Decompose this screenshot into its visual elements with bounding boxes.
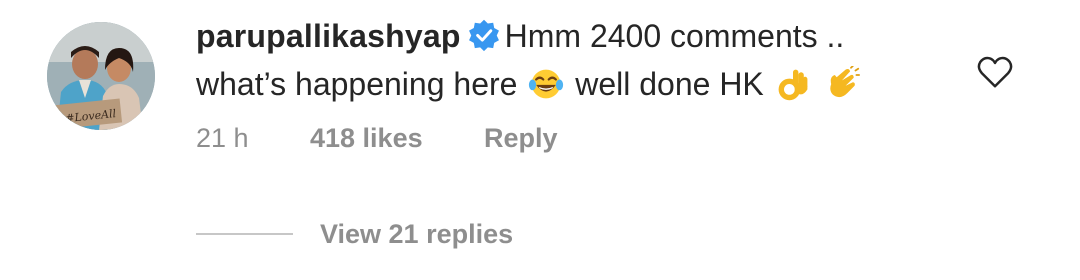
verified-badge-icon (468, 19, 499, 52)
face-with-tears-of-joy-icon (529, 69, 564, 99)
reply-button[interactable]: Reply (484, 123, 558, 154)
view-replies-label: View 21 replies (320, 218, 514, 249)
comment-text-line2b: well done HK (575, 66, 764, 102)
comment-text-line2a: what’s happening here (196, 66, 518, 102)
avatar[interactable]: #LoveAll (47, 22, 155, 130)
timestamp: 21 h (196, 122, 249, 153)
avatar-photo: #LoveAll (47, 22, 155, 130)
replies-divider (196, 233, 293, 235)
ok-hand-icon (778, 69, 808, 101)
comment-meta: 21 h 418 likes Reply (196, 118, 558, 158)
view-replies-button[interactable]: View 21 replies (196, 214, 513, 254)
username-link[interactable]: parupallikashyap (196, 18, 461, 54)
clapping-hands-icon (829, 66, 860, 98)
heart-outline-icon[interactable] (976, 54, 1014, 90)
likes-count[interactable]: 418 likes (310, 123, 484, 154)
comment-body: parupallikashyap Hmm 2400 comments .. wh… (196, 12, 956, 108)
comment-text-line1: Hmm 2400 comments .. (504, 18, 845, 54)
